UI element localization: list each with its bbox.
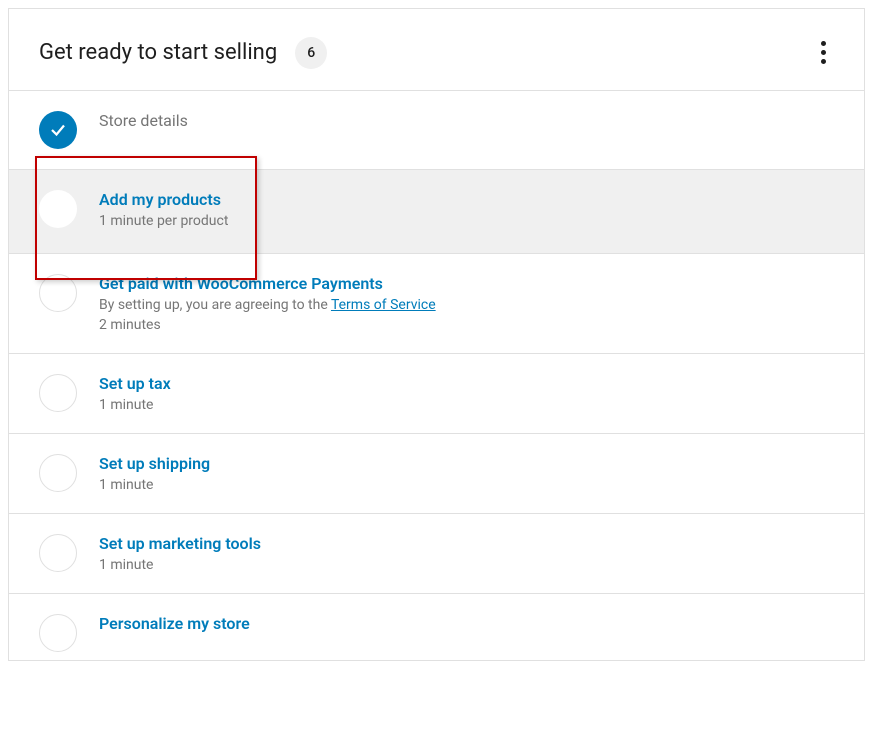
task-status-pending [39, 274, 77, 312]
kebab-icon [821, 41, 826, 46]
task-status-completed [39, 111, 77, 149]
task-get-paid[interactable]: Get paid with WooCommerce Payments By se… [9, 254, 864, 354]
task-status-pending [39, 374, 77, 412]
task-time: 1 minute [99, 477, 834, 493]
task-setup-tax[interactable]: Set up tax 1 minute [9, 354, 864, 434]
task-time: 1 minute [99, 397, 834, 413]
kebab-icon [821, 50, 826, 55]
task-count-badge: 6 [295, 37, 327, 69]
task-status-pending [39, 614, 77, 652]
task-time: 2 minutes [99, 317, 834, 333]
task-title: Add my products [99, 190, 834, 209]
terms-of-service-link[interactable]: Terms of Service [331, 297, 436, 313]
task-title: Set up shipping [99, 454, 834, 473]
task-title: Set up marketing tools [99, 534, 834, 553]
task-title: Set up tax [99, 374, 834, 393]
task-subtitle: 1 minute per product [99, 213, 834, 229]
header-title: Get ready to start selling [39, 40, 277, 65]
task-time: 1 minute [99, 557, 834, 573]
task-subtitle: By setting up, you are agreeing to the T… [99, 297, 834, 313]
task-add-products[interactable]: Add my products 1 minute per product [9, 170, 864, 254]
card-header: Get ready to start selling 6 [9, 9, 864, 91]
task-marketing-tools[interactable]: Set up marketing tools 1 minute [9, 514, 864, 594]
task-status-pending [39, 454, 77, 492]
subtitle-text: By setting up, you are agreeing to the [99, 297, 331, 313]
task-status-pending [39, 534, 77, 572]
task-title: Store details [99, 111, 188, 130]
task-personalize-store[interactable]: Personalize my store [9, 594, 864, 660]
task-title: Get paid with WooCommerce Payments [99, 274, 834, 293]
check-icon [49, 121, 67, 139]
task-status-pending [39, 190, 77, 228]
more-options-button[interactable] [813, 33, 834, 72]
setup-card: Get ready to start selling 6 Store detai… [8, 8, 865, 661]
task-setup-shipping[interactable]: Set up shipping 1 minute [9, 434, 864, 514]
task-title: Personalize my store [99, 614, 834, 633]
task-store-details[interactable]: Store details [9, 91, 864, 170]
task-list: Store details Add my products 1 minute p… [9, 91, 864, 660]
kebab-icon [821, 59, 826, 64]
